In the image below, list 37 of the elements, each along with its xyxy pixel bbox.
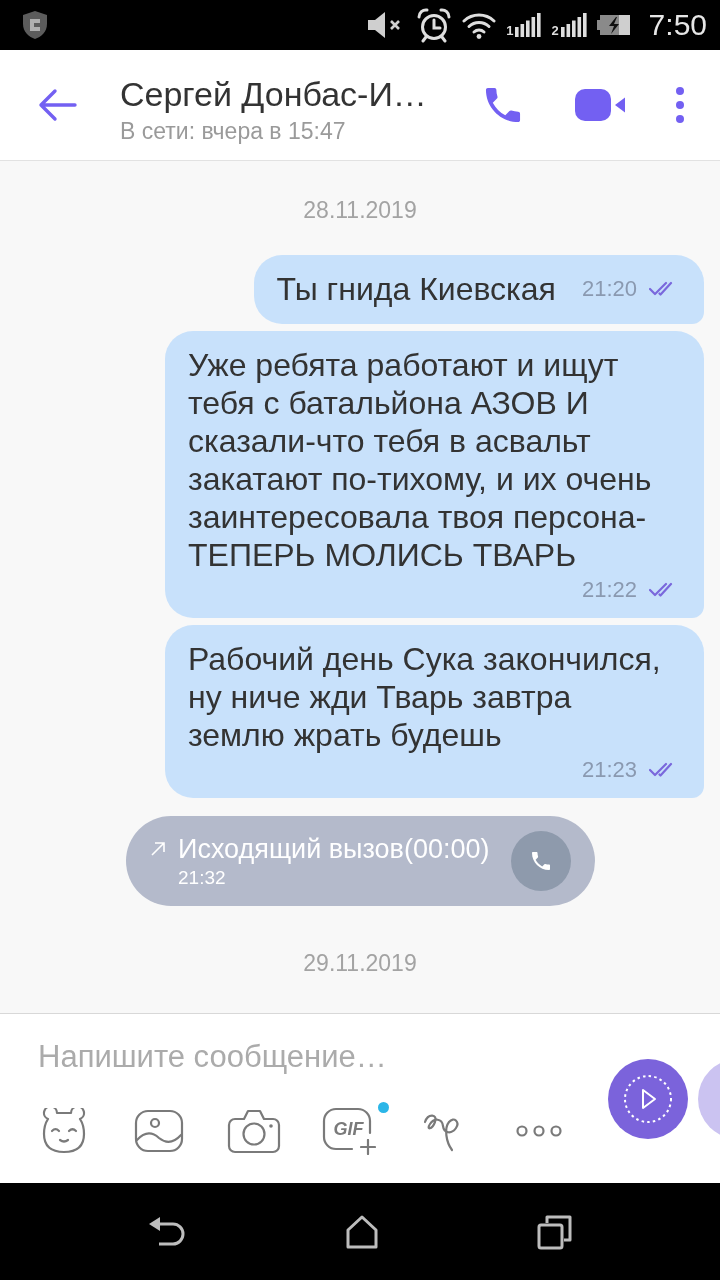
message-time: 21:22 bbox=[581, 578, 637, 602]
message-text: Рабочий день Сука закончился, ну ниче жди Тварь завтра землю жрать будешь bbox=[188, 640, 662, 754]
message-text: Ты гнида Киевская bbox=[276, 270, 556, 308]
last-seen-status: В сети: вчера в 15:47 bbox=[120, 117, 347, 145]
outgoing-arrow-icon bbox=[150, 841, 166, 857]
sim-number: 1 bbox=[506, 24, 514, 37]
recent-apps-icon[interactable] bbox=[537, 1213, 573, 1250]
back-arrow-icon bbox=[37, 88, 77, 122]
date-label: 28.11.2019 bbox=[303, 197, 417, 223]
video-camera-icon[interactable] bbox=[575, 88, 625, 122]
play-ring-icon bbox=[623, 1073, 673, 1124]
more-dots-icon[interactable] bbox=[515, 1125, 562, 1137]
battery-icon bbox=[596, 14, 631, 36]
date-label: 29.11.2019 bbox=[303, 950, 417, 976]
image-icon[interactable] bbox=[133, 1109, 184, 1153]
message-time: 21:20 bbox=[581, 277, 637, 301]
message-text: Уже ребята работают и ищут тебя с батальйона АЗОВ И сказали-что тебя в асвальт закатают по-тихому, и их очень заинтересовала твоя персона-ТЕПЕРЬ МОЛИСЬ ТВАРЬ bbox=[188, 346, 653, 574]
gif-button[interactable]: GIF bbox=[321, 1107, 376, 1155]
sim-number: 2 bbox=[551, 24, 559, 37]
contact-name: Сергей Донбас-И… bbox=[120, 73, 428, 114]
wifi-icon bbox=[462, 11, 497, 39]
back-button[interactable] bbox=[37, 88, 77, 122]
message-time: 21:23 bbox=[581, 758, 637, 782]
phone-icon[interactable] bbox=[485, 87, 521, 123]
shield-icon bbox=[22, 10, 48, 40]
home-icon[interactable] bbox=[345, 1213, 379, 1250]
call-time: 21:32 bbox=[178, 866, 227, 889]
signal-bars-icon bbox=[560, 13, 587, 37]
phone-icon[interactable] bbox=[511, 831, 571, 891]
more-menu-icon[interactable] bbox=[675, 87, 685, 123]
camera-icon[interactable] bbox=[226, 1108, 281, 1154]
message-input[interactable]: Напишите сообщение… bbox=[38, 1034, 578, 1080]
signal-bars-icon bbox=[515, 13, 542, 37]
call-status-text: Исходящий вызов(00:00) bbox=[178, 833, 490, 865]
plus-icon bbox=[359, 1139, 376, 1155]
clock-time: 7:50 bbox=[648, 8, 707, 42]
alarm-clock-icon bbox=[416, 7, 453, 43]
